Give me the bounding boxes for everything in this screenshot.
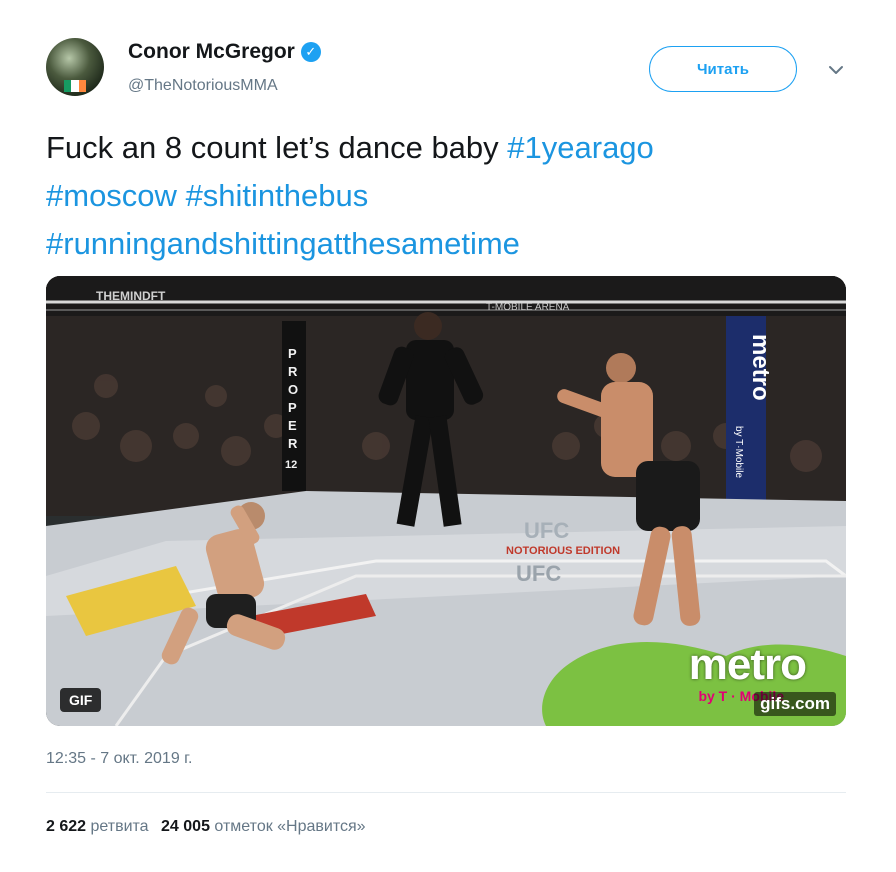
banner-metro-text: metro [747, 334, 774, 401]
cage-sign-text: THEMINDFT [96, 289, 166, 303]
hashtag-link[interactable]: #1yearago [507, 130, 654, 165]
tweet-body-text: Fuck an 8 count let’s dance baby [46, 130, 508, 165]
tweet-timestamp[interactable]: 12:35 - 7 окт. 2019 г. [46, 750, 193, 768]
author-handle[interactable]: @TheNotoriousMMA [128, 77, 278, 95]
mat-ufc-logo: UFC [524, 518, 569, 543]
metro-watermark: metro [688, 640, 807, 689]
verified-badge-icon: ✓ [300, 42, 321, 62]
likes-count: 24 005 [161, 818, 210, 835]
pole-letter: R [288, 436, 298, 451]
author-avatar[interactable] [46, 38, 104, 96]
tweet-text: Fuck an 8 count let’s dance baby #1yeara… [46, 124, 836, 268]
banner-by-text: by T·Mobile [733, 426, 744, 478]
pole-letter: R [288, 364, 298, 379]
retweets-label: ретвита [90, 818, 149, 835]
mat-ufc-logo: UFC [516, 561, 561, 586]
pole-letter: E [288, 418, 297, 433]
gifs-watermark: gifs.com [754, 692, 836, 716]
gif-badge: GIF [60, 688, 102, 712]
author-name[interactable]: Conor McGregor [128, 40, 295, 64]
likes-label: отметок «Нравится» [214, 818, 366, 835]
mat-notorious-text: NOTORIOUS EDITION [506, 545, 620, 557]
likes-stat[interactable]: 24 005 отметок «Нравится» [161, 818, 366, 835]
pole-letter: P [288, 400, 297, 415]
follow-button[interactable]: Читать [649, 46, 797, 92]
divider [46, 792, 846, 793]
hashtag-link[interactable]: #shitinthebus [186, 178, 369, 213]
pole-letter: P [288, 346, 297, 361]
hashtag-link[interactable]: #runningandshittingatthesametime [46, 226, 520, 261]
chevron-down-icon[interactable] [826, 60, 846, 80]
retweets-count: 2 622 [46, 818, 87, 835]
hashtag-link[interactable]: #moscow [46, 178, 177, 213]
retweets-stat[interactable]: 2 622 ретвита [46, 818, 149, 835]
tweet-media-gif[interactable]: THEMINDFT T-MOBILE ARENA P R O P E R 12 … [46, 276, 846, 726]
irish-flag-icon [64, 80, 86, 92]
author-name-row[interactable]: Conor McGregor ✓ [128, 40, 321, 64]
pole-number: 12 [285, 459, 297, 471]
pole-letter: O [288, 382, 298, 397]
tweet-stats: 2 622 ретвита 24 005 отметок «Нравится» [46, 818, 374, 836]
arena-sign-text: T-MOBILE ARENA [486, 302, 570, 313]
